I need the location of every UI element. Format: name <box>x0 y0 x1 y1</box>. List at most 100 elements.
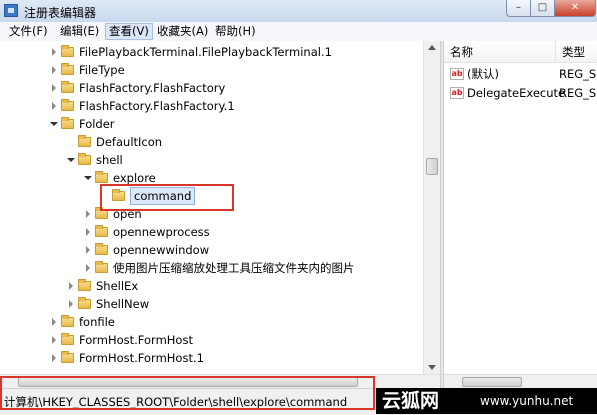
expand-arrow-icon[interactable] <box>86 264 90 272</box>
collapse-arrow-icon[interactable] <box>67 158 75 162</box>
tree-node-label: Folder <box>79 117 115 131</box>
folder-icon <box>78 279 91 291</box>
tree-node[interactable]: fonfile <box>0 314 423 330</box>
tree-node[interactable]: ShellEx <box>0 278 423 294</box>
folder-icon <box>95 243 108 255</box>
tree-node[interactable]: FilePlaybackTerminal.FilePlaybackTermina… <box>0 44 423 60</box>
folder-icon <box>78 135 91 147</box>
menu-bar: 文件(F) 编辑(E) 查看(V) 收藏夹(A) 帮助(H) <box>0 22 597 42</box>
watermark-site-name: 云狐网 <box>382 390 440 412</box>
folder-icon <box>78 153 91 165</box>
folder-icon <box>61 351 74 363</box>
tree-node-label: FormHost.FormHost <box>79 333 193 347</box>
tree-node[interactable]: open <box>0 206 423 222</box>
tree-node-label: fonfile <box>79 315 115 329</box>
expand-arrow-icon[interactable] <box>86 210 90 218</box>
value-row-default[interactable]: ab (默认) REG_S <box>444 65 597 83</box>
folder-icon <box>95 171 108 183</box>
expand-arrow-icon[interactable] <box>52 84 56 92</box>
list-horizontal-scrollbar[interactable] <box>444 374 597 389</box>
expand-arrow-icon[interactable] <box>52 336 56 344</box>
tree-node-label: shell <box>96 153 123 167</box>
menu-view[interactable]: 查看(V) <box>105 23 153 40</box>
folder-icon <box>112 189 125 201</box>
tree-node-label: explore <box>113 171 156 185</box>
tree-node[interactable]: Folder <box>0 116 423 132</box>
folder-icon <box>61 333 74 345</box>
tree-node[interactable]: explore <box>0 170 423 186</box>
tree-node-label: opennewwindow <box>113 243 210 257</box>
site-watermark: 云狐网 www.yunhu.net <box>376 388 597 414</box>
scroll-up-icon[interactable] <box>428 45 436 50</box>
expand-arrow-icon[interactable] <box>86 246 90 254</box>
expand-arrow-icon[interactable] <box>69 300 73 308</box>
column-header-name[interactable]: 名称 <box>444 41 556 63</box>
window-title: 注册表编辑器 <box>24 6 97 20</box>
status-key-path: 计算机\HKEY_CLASSES_ROOT\Folder\shell\explo… <box>4 395 348 409</box>
collapse-arrow-icon[interactable] <box>50 122 58 126</box>
folder-icon <box>95 207 108 219</box>
scroll-down-icon[interactable] <box>428 365 436 370</box>
values-list[interactable]: 名称 类型 ab (默认) REG_S ab DelegateExecute R… <box>444 41 597 374</box>
tree-node-label: opennewprocess <box>113 225 210 239</box>
tree-vertical-scrollbar[interactable] <box>423 41 440 374</box>
value-name: (默认) <box>467 67 499 81</box>
menu-edit[interactable]: 编辑(E) <box>57 24 102 39</box>
expand-arrow-icon[interactable] <box>86 228 90 236</box>
list-hscroll-thumb[interactable] <box>462 377 522 387</box>
tree-node[interactable]: shell <box>0 152 423 168</box>
tree-node[interactable]: opennewwindow <box>0 242 423 258</box>
menu-help[interactable]: 帮助(H) <box>212 24 259 39</box>
folder-icon <box>95 261 108 273</box>
folder-icon <box>61 45 74 57</box>
tree-node[interactable]: opennewprocess <box>0 224 423 240</box>
expand-arrow-icon[interactable] <box>52 66 56 74</box>
expand-arrow-icon[interactable] <box>52 354 56 362</box>
watermark-url: www.yunhu.net <box>480 394 574 408</box>
tree-node-label: FilePlaybackTerminal.FilePlaybackTermina… <box>79 45 332 59</box>
folder-icon <box>78 297 91 309</box>
tree-node-label: 使用图片压缩缩放处理工具压缩文件夹内的图片 <box>113 261 355 275</box>
folder-icon <box>61 117 74 129</box>
tree-node[interactable]: FlashFactory.FlashFactory <box>0 80 423 96</box>
collapse-arrow-icon[interactable] <box>84 176 92 180</box>
tree-node-label: open <box>113 207 142 221</box>
menu-favorites[interactable]: 收藏夹(A) <box>154 24 211 39</box>
expand-arrow-icon[interactable] <box>52 48 56 56</box>
title-bar: 注册表编辑器 – □ ✕ <box>0 0 597 23</box>
tree-node-label: ShellEx <box>96 279 139 293</box>
tree-scroll-thumb[interactable] <box>426 158 438 175</box>
expand-arrow-icon[interactable] <box>69 282 73 290</box>
tree-node[interactable]: FormHost.FormHost.1 <box>0 350 423 366</box>
folder-icon <box>61 81 74 93</box>
minimize-button[interactable]: – <box>506 0 531 17</box>
tree-node[interactable]: 使用图片压缩缩放处理工具压缩文件夹内的图片 <box>0 260 423 276</box>
expand-arrow-icon[interactable] <box>52 102 56 110</box>
value-type: REG_S <box>559 86 597 100</box>
folder-icon <box>61 63 74 75</box>
tree-node[interactable]: FileType <box>0 62 423 78</box>
folder-icon <box>95 225 108 237</box>
maximize-button[interactable]: □ <box>530 0 555 17</box>
tree-node-label: FlashFactory.FlashFactory.1 <box>79 99 235 113</box>
tree-node[interactable]: FlashFactory.FlashFactory.1 <box>0 98 423 114</box>
registry-key-tree[interactable]: FilePlaybackTerminal.FilePlaybackTermina… <box>0 41 440 374</box>
string-value-icon: ab <box>450 87 464 99</box>
registry-editor-icon <box>4 4 18 17</box>
close-button[interactable]: ✕ <box>554 0 596 17</box>
value-type: REG_S <box>559 67 597 81</box>
tree-horizontal-scrollbar[interactable] <box>0 374 440 389</box>
expand-arrow-icon[interactable] <box>52 318 56 326</box>
column-header-type[interactable]: 类型 <box>556 41 597 63</box>
value-row-delegateexecute[interactable]: ab DelegateExecute REG_S <box>444 84 597 102</box>
tree-node-label: FileType <box>79 63 125 77</box>
tree-node-label: DefaultIcon <box>96 135 163 149</box>
menu-file[interactable]: 文件(F) <box>6 24 51 39</box>
tree-node-label: command <box>130 187 196 205</box>
tree-hscroll-thumb[interactable] <box>18 377 358 387</box>
tree-node[interactable]: ShellNew <box>0 296 423 312</box>
tree-node[interactable]: FormHost.FormHost <box>0 332 423 348</box>
tree-node[interactable]: command <box>0 187 423 205</box>
tree-node-label: FormHost.FormHost.1 <box>79 351 204 365</box>
tree-node[interactable]: DefaultIcon <box>0 134 423 150</box>
